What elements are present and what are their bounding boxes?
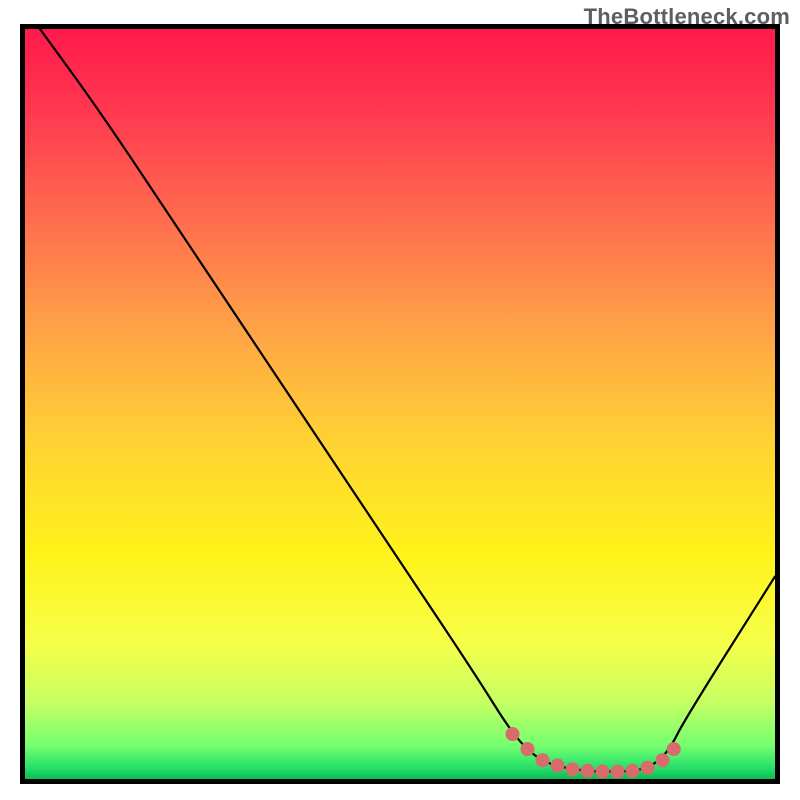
marker-dot (596, 765, 610, 779)
marker-dot (566, 762, 580, 776)
chart-svg (25, 29, 775, 779)
marker-dot (611, 765, 625, 779)
watermark-text: TheBottleneck.com (584, 4, 790, 30)
plot-area (20, 24, 780, 784)
marker-dot (581, 764, 595, 778)
marker-dot (551, 759, 565, 773)
marker-dot (656, 753, 670, 767)
marker-dot (536, 753, 550, 767)
marker-dot (641, 761, 655, 775)
gradient-background (25, 29, 775, 779)
marker-dot (521, 742, 535, 756)
marker-dot (506, 727, 520, 741)
marker-dot (626, 764, 640, 778)
marker-dot (667, 742, 681, 756)
chart-container: TheBottleneck.com (0, 0, 800, 800)
